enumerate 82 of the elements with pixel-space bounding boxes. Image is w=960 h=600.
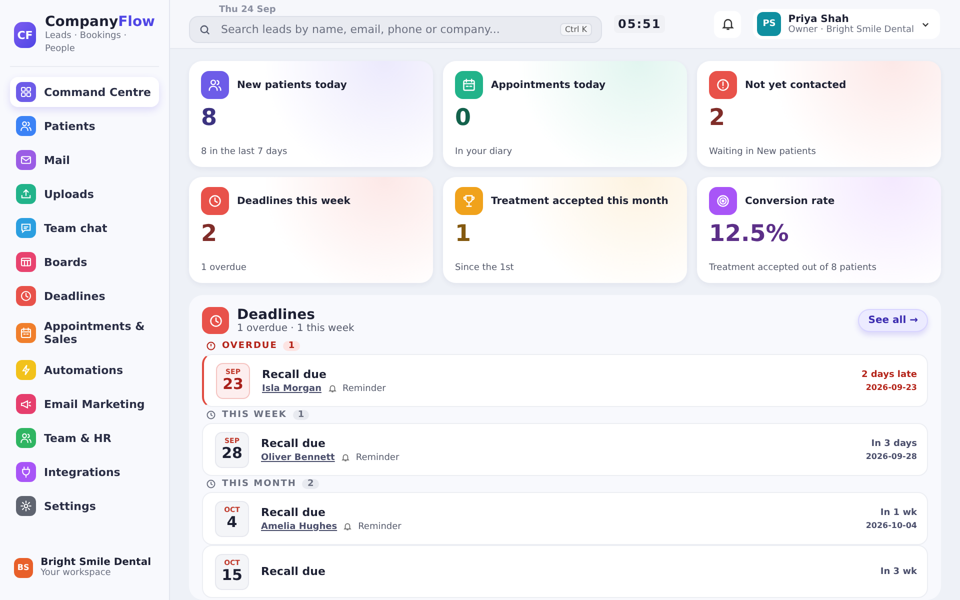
sidebar-item[interactable]: Settings [10, 491, 159, 521]
sidebar-item[interactable]: Patients [10, 111, 159, 141]
bell-icon [343, 522, 352, 531]
bell-icon [720, 17, 735, 31]
group-label: THIS MONTH [222, 479, 296, 489]
brand-logo: CF [14, 22, 36, 48]
relative-due: In 1 wk [879, 508, 917, 518]
workspace-avatar: BS [14, 558, 33, 578]
panel-subtitle: 1 overdue · 1 this week [237, 323, 356, 334]
relative-due: In 3 wk [880, 566, 917, 576]
clock-icon [206, 410, 216, 420]
group-label: OVERDUE [222, 341, 278, 351]
sidebar-item[interactable]: Deadlines [10, 281, 159, 311]
stat-value: 12.5% [709, 221, 790, 247]
stat-value: 2 [709, 105, 726, 131]
see-all-button[interactable]: See all → [858, 309, 928, 332]
search-icon [199, 24, 211, 36]
stat-note: Since the 1st [455, 263, 515, 273]
relative-due: In 3 days [870, 438, 917, 448]
relative-due: 2 days late [861, 370, 917, 380]
stat-note: Treatment accepted out of 8 patients [709, 263, 878, 273]
bell-icon [328, 384, 336, 393]
sidebar-item[interactable]: Mail [10, 145, 159, 175]
group-count: 1 [283, 341, 300, 351]
due-date: 2026-09-28 [866, 452, 917, 460]
user-name: Priya Shah [788, 14, 850, 24]
sidebar-item[interactable]: Uploads [10, 179, 159, 209]
reminder-label: Reminder [358, 522, 402, 532]
user-avatar: PS [757, 12, 782, 36]
date-label: Thu 24 Sep [218, 5, 277, 15]
stat-value: 0 [455, 105, 472, 131]
stat-title: Not yet contacted [745, 80, 846, 90]
user-role: Owner · Bright Smile Dental [788, 24, 914, 34]
sidebar-item[interactable]: Command Centre [10, 77, 159, 107]
deadline-title: Recall due [261, 565, 326, 578]
group-count: 1 [292, 410, 310, 420]
due-date: 2026-10-04 [866, 520, 917, 530]
stat-note: Waiting in New patients [709, 147, 817, 157]
stat-note: 8 in the last 7 days [201, 147, 288, 157]
search-field[interactable]: Search leads by name, email, phone or company... Ctrl K [189, 16, 602, 43]
reminder-label: Reminder [342, 384, 386, 394]
clock-icon [206, 479, 216, 489]
stat-title: Appointments today [491, 80, 606, 90]
person-link[interactable]: Amelia Hughes [261, 522, 338, 532]
bell-icon [340, 453, 350, 462]
due-date: 2026-09-23 [864, 382, 917, 392]
group-count: 2 [302, 479, 319, 489]
stat-title: Treatment accepted this month [491, 196, 668, 206]
sidebar-item[interactable]: Appointments & Sales [10, 315, 159, 351]
search-input[interactable]: Search leads by name, email, phone or company... [219, 22, 552, 37]
notifications-button[interactable] [714, 10, 742, 38]
brand-tagline: Leads · Bookings · People [45, 30, 128, 56]
reminder-label: Reminder [356, 452, 400, 462]
brand-name: CompanyFlow [45, 14, 155, 30]
sidebar-item[interactable]: Automations [10, 355, 159, 385]
deadline-title: Recall due [261, 506, 326, 518]
sidebar-item[interactable]: Team chat [10, 213, 159, 243]
stat-value: 8 [201, 105, 218, 131]
deadline-title: Recall due [261, 436, 326, 450]
stat-note: 1 overdue [201, 263, 248, 273]
stat-title: Deadlines this week [237, 196, 350, 206]
user-menu[interactable]: PS Priya Shah Owner · Bright Smile Dental [753, 9, 940, 39]
workspace-subtitle: Your workspace [40, 568, 112, 578]
sidebar-item[interactable]: Email Marketing [10, 389, 159, 419]
group-label: THIS WEEK [222, 410, 287, 420]
stat-value: 2 [201, 221, 218, 247]
clock-display: 05:51 [614, 15, 666, 33]
stat-note: In your diary [455, 147, 514, 157]
person-link[interactable]: Oliver Bennett [261, 452, 335, 462]
workspace-name: Bright Smile Dental [40, 557, 151, 568]
stat-title: Conversion rate [745, 196, 835, 206]
alert-icon [206, 341, 216, 351]
deadline-title: Recall due [262, 368, 328, 380]
sidebar-item[interactable]: Boards [10, 247, 159, 277]
stat-value: 1 [455, 221, 472, 247]
sidebar-item[interactable]: Team & HR [10, 423, 159, 453]
panel-title: Deadlines [237, 307, 316, 323]
person-link[interactable]: Isla Morgan [262, 384, 322, 394]
sidebar-item[interactable]: Integrations [10, 457, 159, 487]
shortcut-hint: Ctrl K [560, 23, 592, 36]
stat-title: New patients today [237, 80, 347, 90]
clock-icon [202, 307, 229, 334]
